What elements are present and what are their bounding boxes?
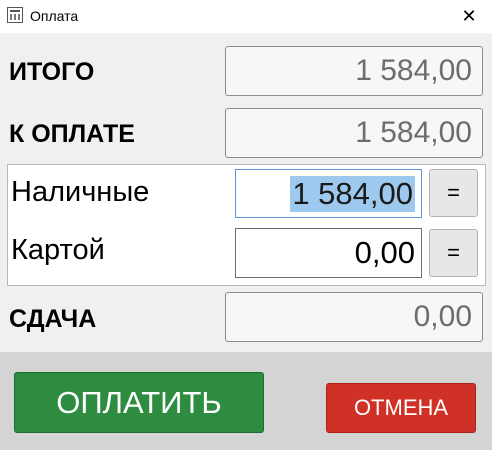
close-button[interactable]: ✕	[446, 0, 492, 33]
cash-label: Наличные	[11, 176, 150, 208]
cash-equals-button[interactable]: =	[429, 169, 478, 217]
card-equals-button[interactable]: =	[429, 229, 478, 277]
close-icon: ✕	[461, 6, 477, 26]
cancel-button[interactable]: ОТМЕНА	[326, 383, 476, 433]
card-label: Картой	[11, 234, 105, 266]
to-pay-label: К ОПЛАТЕ	[9, 120, 135, 148]
card-input[interactable]: 0,00	[235, 228, 422, 278]
total-label: ИТОГО	[9, 58, 95, 86]
pay-button[interactable]: ОПЛАТИТЬ	[14, 372, 264, 433]
change-label: СДАЧА	[9, 305, 97, 333]
total-field: 1 584,00	[225, 46, 483, 96]
title-bar: Оплата ✕	[0, 0, 492, 33]
window-title: Оплата	[30, 8, 79, 24]
app-window-icon	[7, 7, 23, 23]
cash-input-value: 1 584,00	[290, 175, 415, 212]
to-pay-field: 1 584,00	[225, 108, 483, 158]
cash-input[interactable]: 1 584,00	[235, 169, 422, 218]
card-input-value: 0,00	[354, 235, 415, 270]
change-field: 0,00	[225, 292, 483, 342]
